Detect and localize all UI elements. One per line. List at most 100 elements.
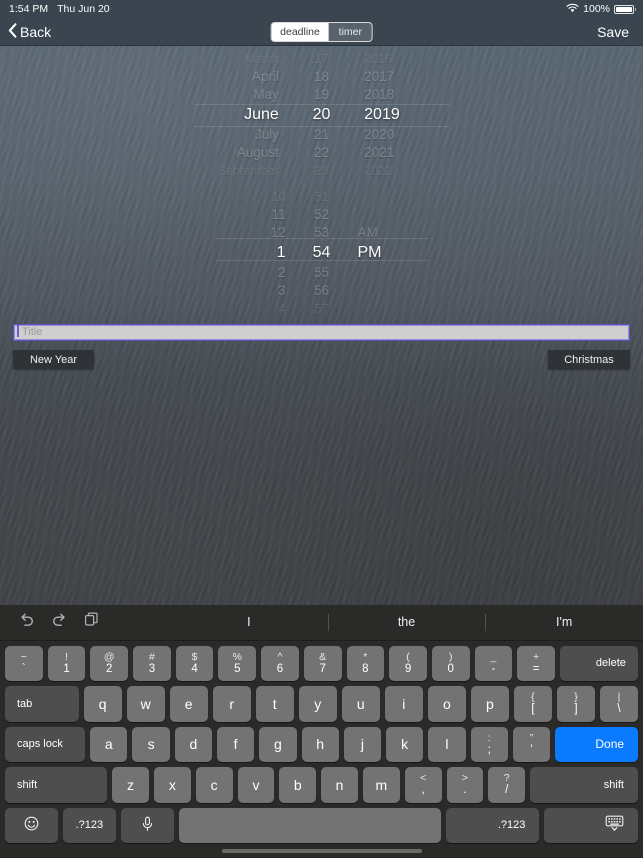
month-option[interactable]: July <box>255 126 279 144</box>
key-t[interactable]: t <box>255 686 294 722</box>
key-0[interactable]: ) 0 <box>431 645 470 682</box>
save-button[interactable]: Save <box>583 24 643 40</box>
key-k[interactable]: k <box>386 726 424 763</box>
month-option[interactable]: March <box>244 50 279 68</box>
day-option-selected[interactable]: 20 <box>313 104 331 126</box>
key-3[interactable]: #3 <box>133 645 171 682</box>
key-hide-keyboard[interactable] <box>544 807 638 844</box>
key-quote[interactable]: ”’ <box>512 726 551 763</box>
date-picker-year-wheel[interactable]: 2016 2017 2018 2019 2020 2021 2022 <box>360 50 441 180</box>
key-shift-left[interactable]: shift <box>5 767 108 803</box>
key-caps-lock[interactable]: caps lock <box>5 726 86 763</box>
key-a[interactable]: a <box>90 726 128 763</box>
time-picker-meridiem-wheel[interactable]: AM PM <box>354 188 422 318</box>
key-s[interactable]: s <box>132 726 170 763</box>
key-5[interactable]: % 5 <box>218 645 257 682</box>
redo-icon[interactable] <box>51 612 68 632</box>
minute-option[interactable]: 53 <box>314 224 329 242</box>
key-9[interactable]: (9 <box>389 645 427 682</box>
key-w[interactable]: w <box>126 686 165 722</box>
key-done[interactable]: Done <box>555 726 639 763</box>
key-6[interactable]: ^ 6 <box>261 645 299 682</box>
key-z[interactable]: z <box>112 767 149 803</box>
prediction-item-3[interactable]: I'm <box>485 605 643 640</box>
day-option[interactable]: 22 <box>314 144 329 162</box>
segment-timer[interactable]: timer <box>329 23 372 41</box>
key-dictation[interactable] <box>120 807 174 844</box>
key-minus[interactable]: _ - <box>474 645 513 682</box>
year-option[interactable]: 2016 <box>364 50 392 68</box>
time-picker[interactable]: 10 11 12 1 2 3 4 51 52 53 54 55 56 57 AM <box>0 188 643 316</box>
minute-option-selected[interactable]: 54 <box>313 242 331 264</box>
day-option[interactable]: 23 <box>315 162 329 180</box>
new-year-button[interactable]: New Year <box>13 350 94 369</box>
key-1[interactable]: ! 1 <box>47 645 86 682</box>
key-7[interactable]: & 7 <box>303 645 342 682</box>
year-option[interactable]: 2022 <box>364 162 392 180</box>
key-b[interactable]: b <box>279 767 317 803</box>
minute-option[interactable]: 57 <box>315 300 329 318</box>
key-c[interactable]: c <box>195 767 233 803</box>
year-option[interactable]: 2017 <box>364 68 394 86</box>
key-e[interactable]: e <box>169 686 208 722</box>
key-l[interactable]: l <box>428 726 466 763</box>
key-2[interactable]: @2 <box>90 645 129 682</box>
key-comma[interactable]: <, <box>404 767 442 803</box>
key-4[interactable]: $4 <box>175 645 214 682</box>
date-picker[interactable]: March April May June July August Septemb… <box>0 50 643 178</box>
meridiem-option-am[interactable]: AM <box>358 224 378 242</box>
christmas-button[interactable]: Christmas <box>548 350 630 369</box>
date-picker-month-wheel[interactable]: March April May June July August Septemb… <box>202 50 283 180</box>
key-semicolon[interactable]: :; <box>470 726 508 763</box>
meridiem-option-selected[interactable]: PM <box>358 242 382 264</box>
day-option[interactable]: 17 <box>315 50 329 68</box>
hour-option[interactable]: 11 <box>271 206 285 224</box>
prediction-item-1[interactable]: I <box>170 605 328 640</box>
key-slash[interactable]: ? / <box>488 767 526 803</box>
hour-option[interactable]: 10 <box>272 188 286 206</box>
undo-icon[interactable] <box>18 612 35 632</box>
key-numbers-left[interactable]: .?123 <box>62 807 116 844</box>
hour-option[interactable]: 2 <box>278 264 286 282</box>
key-delete[interactable]: delete <box>559 645 638 682</box>
key-bracket-open[interactable]: {[ <box>513 686 552 722</box>
year-option[interactable]: 2021 <box>364 144 394 162</box>
key-i[interactable]: i <box>384 686 423 722</box>
key-emoji[interactable] <box>5 807 58 844</box>
prediction-item-2[interactable]: the <box>327 605 486 640</box>
hour-option[interactable]: 4 <box>279 300 286 318</box>
key-shift-right[interactable]: shift <box>530 767 638 803</box>
key-q[interactable]: q <box>83 686 122 722</box>
time-picker-minute-wheel[interactable]: 51 52 53 54 55 56 57 <box>290 188 354 318</box>
day-option[interactable]: 21 <box>314 126 329 144</box>
key-p[interactable]: p <box>470 686 509 722</box>
key-v[interactable]: v <box>237 767 275 803</box>
minute-option[interactable]: 55 <box>314 264 329 282</box>
month-option-selected[interactable]: June <box>244 104 279 126</box>
month-option[interactable]: May <box>253 86 279 104</box>
key-space[interactable] <box>178 807 441 844</box>
key-8[interactable]: * 8 <box>346 645 385 682</box>
title-input[interactable] <box>13 323 630 341</box>
year-option-selected[interactable]: 2019 <box>364 104 400 126</box>
month-option[interactable]: August <box>237 144 279 162</box>
paste-icon[interactable] <box>84 612 99 632</box>
key-x[interactable]: x <box>153 767 191 803</box>
key-j[interactable]: j <box>343 726 382 763</box>
key-numbers-right[interactable]: .?123 <box>445 807 540 844</box>
minute-option[interactable]: 51 <box>315 188 329 206</box>
key-y[interactable]: y <box>298 686 337 722</box>
key-n[interactable]: n <box>321 767 358 803</box>
minute-option[interactable]: 52 <box>314 206 329 224</box>
year-option[interactable]: 2020 <box>364 126 394 144</box>
key-backslash[interactable]: | \ <box>599 686 639 722</box>
key-tilde-backtick[interactable]: ~ ` <box>5 645 43 682</box>
date-picker-day-wheel[interactable]: 17 18 19 20 21 22 23 <box>283 50 360 180</box>
key-equals[interactable]: + = <box>517 645 555 682</box>
home-indicator[interactable] <box>221 848 422 853</box>
month-option[interactable]: September <box>218 162 279 180</box>
minute-option[interactable]: 56 <box>314 282 329 300</box>
key-d[interactable]: d <box>174 726 212 763</box>
key-u[interactable]: u <box>341 686 380 722</box>
month-option[interactable]: April <box>252 68 279 86</box>
